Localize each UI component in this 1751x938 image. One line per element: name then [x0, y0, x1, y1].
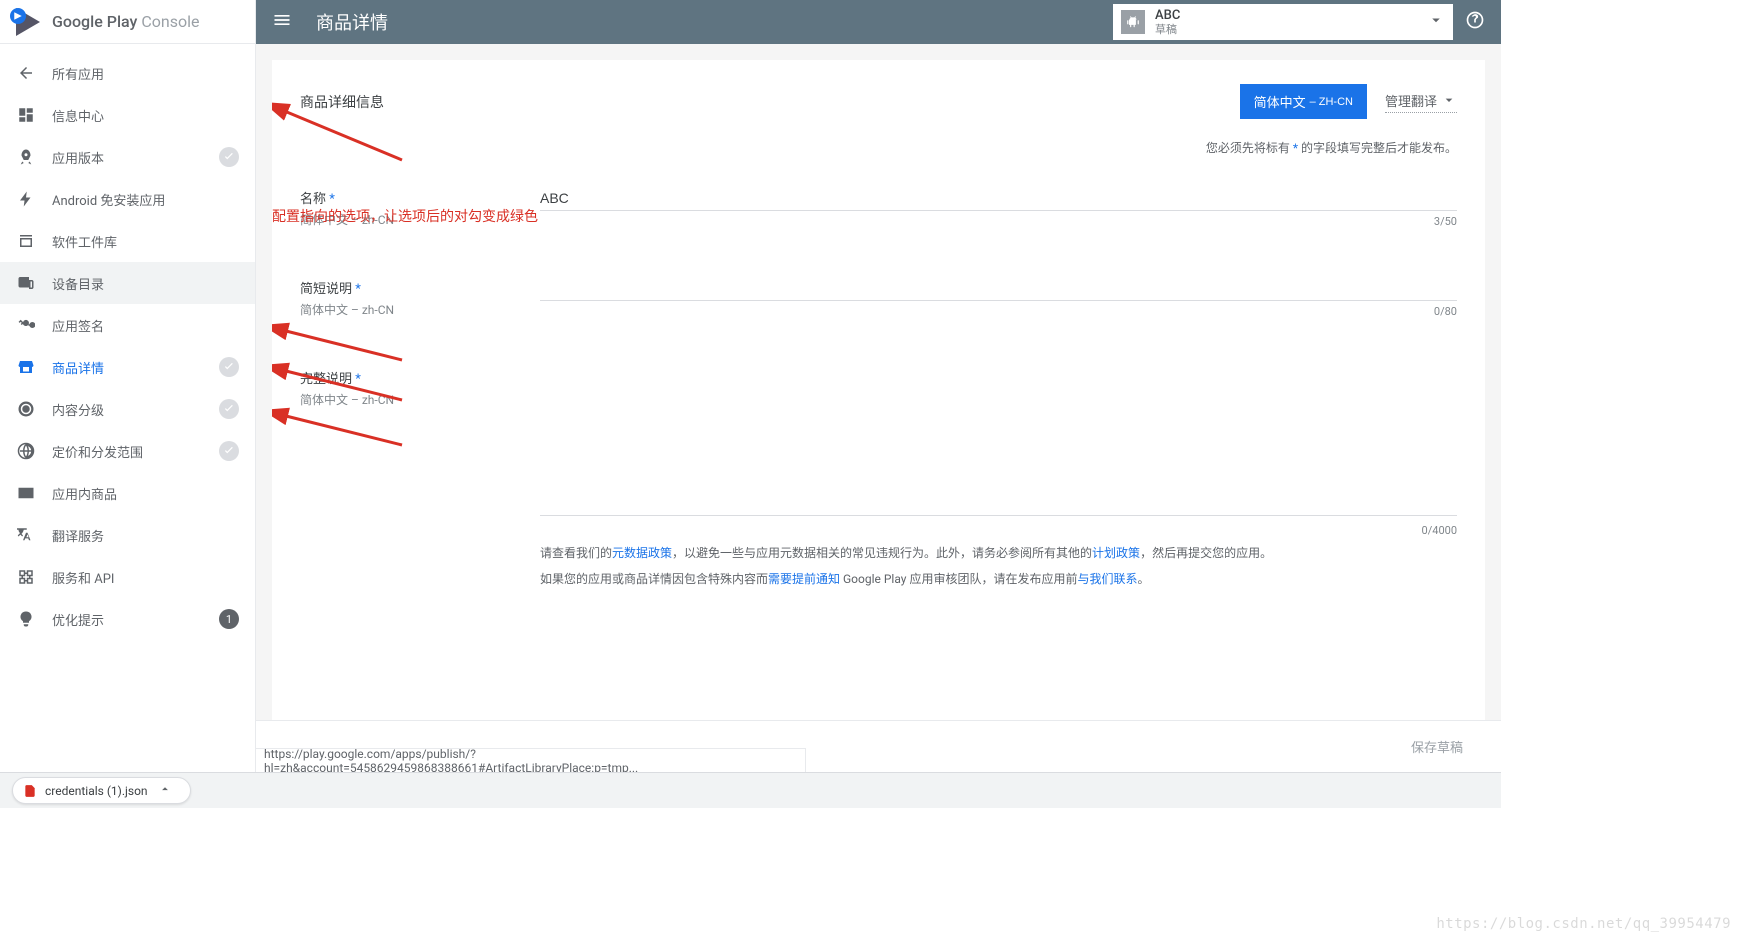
advance-notice-link[interactable]: 需要提前通知: [768, 572, 840, 586]
play-console-logo-icon: [16, 8, 44, 36]
sidebar-item-4[interactable]: 软件工件库: [0, 220, 255, 262]
required-note: 您必须先将标有 * 的字段填写完整后才能发布。: [300, 139, 1457, 156]
short-desc-sublabel: 简体中文 – zh-CN: [300, 301, 540, 318]
sidebar-item-label: 信息中心: [52, 106, 239, 125]
card-icon: [16, 483, 36, 503]
metadata-policy-link[interactable]: 元数据政策: [612, 546, 672, 560]
json-file-icon: [23, 784, 37, 798]
sidebar-item-label: 翻译服务: [52, 526, 239, 545]
contact-us-link[interactable]: 与我们联系: [1077, 572, 1137, 586]
sidebar-item-label: 服务和 API: [52, 568, 239, 587]
sidebar-item-7[interactable]: 商品详情: [0, 346, 255, 388]
help-icon[interactable]: [1465, 10, 1485, 34]
badge: 1: [219, 609, 239, 629]
download-chip[interactable]: credentials (1).json: [12, 777, 191, 804]
dashboard-icon: [16, 105, 36, 125]
rating-icon: [16, 399, 36, 419]
sidebar-item-1[interactable]: 信息中心: [0, 94, 255, 136]
sidebar-item-5[interactable]: 设备目录: [0, 262, 255, 304]
sidebar-item-13[interactable]: 优化提示1: [0, 598, 255, 640]
rocket-icon: [16, 147, 36, 167]
download-bar: credentials (1).json: [0, 772, 1501, 808]
android-icon: [1121, 10, 1145, 34]
library-icon: [16, 231, 36, 251]
app-selector[interactable]: ABC 草稿: [1113, 4, 1453, 40]
check-icon: [219, 147, 239, 167]
sidebar-item-label: 优化提示: [52, 610, 219, 629]
sidebar-item-label: 定价和分发范围: [52, 442, 219, 461]
watermark: https://blog.csdn.net/qq_39954479: [1436, 916, 1731, 932]
menu-icon[interactable]: [272, 10, 292, 34]
status-bar-url: https://play.google.com/apps/publish/?hl…: [256, 748, 806, 772]
sidebar-item-label: 软件工件库: [52, 232, 239, 251]
translate-icon: [16, 525, 36, 545]
advance-notice-text: 如果您的应用或商品详情因包含特殊内容而需要提前通知 Google Play 应用…: [540, 569, 1457, 589]
chevron-up-icon: [158, 782, 180, 799]
chevron-down-icon: [1427, 11, 1445, 33]
sidebar-item-12[interactable]: 服务和 API: [0, 556, 255, 598]
full-desc-label: 完整说明 *: [300, 368, 540, 387]
bulb-icon: [16, 609, 36, 629]
short-desc-input[interactable]: [540, 276, 1457, 301]
key-icon: [16, 315, 36, 335]
save-draft-button[interactable]: 保存草稿: [1397, 729, 1477, 764]
name-input[interactable]: [540, 186, 1457, 211]
manage-translations[interactable]: 管理翻译: [1385, 91, 1457, 113]
sidebar-item-label: 商品详情: [52, 358, 219, 377]
sidebar-item-2[interactable]: 应用版本: [0, 136, 255, 178]
devices-icon: [16, 273, 36, 293]
full-desc-sublabel: 简体中文 – zh-CN: [300, 391, 540, 408]
metadata-policy-text: 请查看我们的元数据政策，以避免一些与应用元数据相关的常见违规行为。此外，请务必参…: [540, 543, 1457, 563]
logo-text: Google Play Console: [52, 12, 200, 31]
program-policy-link[interactable]: 计划政策: [1092, 546, 1140, 560]
sidebar-item-label: 应用版本: [52, 148, 219, 167]
card-title: 商品详细信息: [300, 92, 1240, 112]
sidebar-item-label: 设备目录: [52, 274, 239, 293]
content-card: 商品详细信息 简体中文 – ZH-CN 管理翻译 您必须先将标有 * 的字段填写…: [272, 60, 1485, 720]
app-status: 草稿: [1155, 23, 1427, 36]
sidebar-item-label: 内容分级: [52, 400, 219, 419]
sidebar-item-11[interactable]: 翻译服务: [0, 514, 255, 556]
globe-icon: [16, 441, 36, 461]
sidebar-item-label: Android 免安装应用: [52, 190, 239, 209]
sidebar-item-6[interactable]: 应用签名: [0, 304, 255, 346]
logo[interactable]: Google Play Console: [0, 0, 255, 44]
page-title: 商品详情: [316, 9, 1113, 35]
sidebar: Google Play Console 所有应用信息中心应用版本 Android …: [0, 0, 256, 772]
app-name: ABC: [1155, 8, 1427, 24]
sidebar-item-label: 应用签名: [52, 316, 239, 335]
sidebar-item-3[interactable]: Android 免安装应用: [0, 178, 255, 220]
api-icon: [16, 567, 36, 587]
check-icon: [219, 441, 239, 461]
language-button[interactable]: 简体中文 – ZH-CN: [1240, 84, 1367, 119]
short-desc-char-count: 0/80: [540, 305, 1457, 318]
bolt-icon: [16, 189, 36, 209]
check-icon: [219, 399, 239, 419]
chevron-down-icon: [1441, 92, 1457, 108]
sidebar-item-0[interactable]: 所有应用: [0, 52, 255, 94]
sidebar-item-label: 应用内商品: [52, 484, 239, 503]
full-desc-input[interactable]: [540, 366, 1457, 516]
header: 商品详情 ABC 草稿: [256, 0, 1501, 44]
download-filename: credentials (1).json: [45, 784, 148, 798]
sidebar-item-8[interactable]: 内容分级: [0, 388, 255, 430]
full-desc-char-count: 0/4000: [540, 524, 1457, 537]
sidebar-item-label: 所有应用: [52, 64, 239, 83]
sidebar-item-10[interactable]: 应用内商品: [0, 472, 255, 514]
content-area: 商品详情 ABC 草稿 商品详细信息: [256, 0, 1501, 772]
name-char-count: 3/50: [540, 215, 1457, 228]
name-sublabel: 简体中文 – zh-CN: [300, 211, 540, 228]
store-icon: [16, 357, 36, 377]
check-icon: [219, 357, 239, 377]
short-desc-label: 简短说明 *: [300, 278, 540, 297]
arrow-back-icon: [16, 63, 36, 83]
sidebar-item-9[interactable]: 定价和分发范围: [0, 430, 255, 472]
name-label: 名称 *: [300, 188, 540, 207]
